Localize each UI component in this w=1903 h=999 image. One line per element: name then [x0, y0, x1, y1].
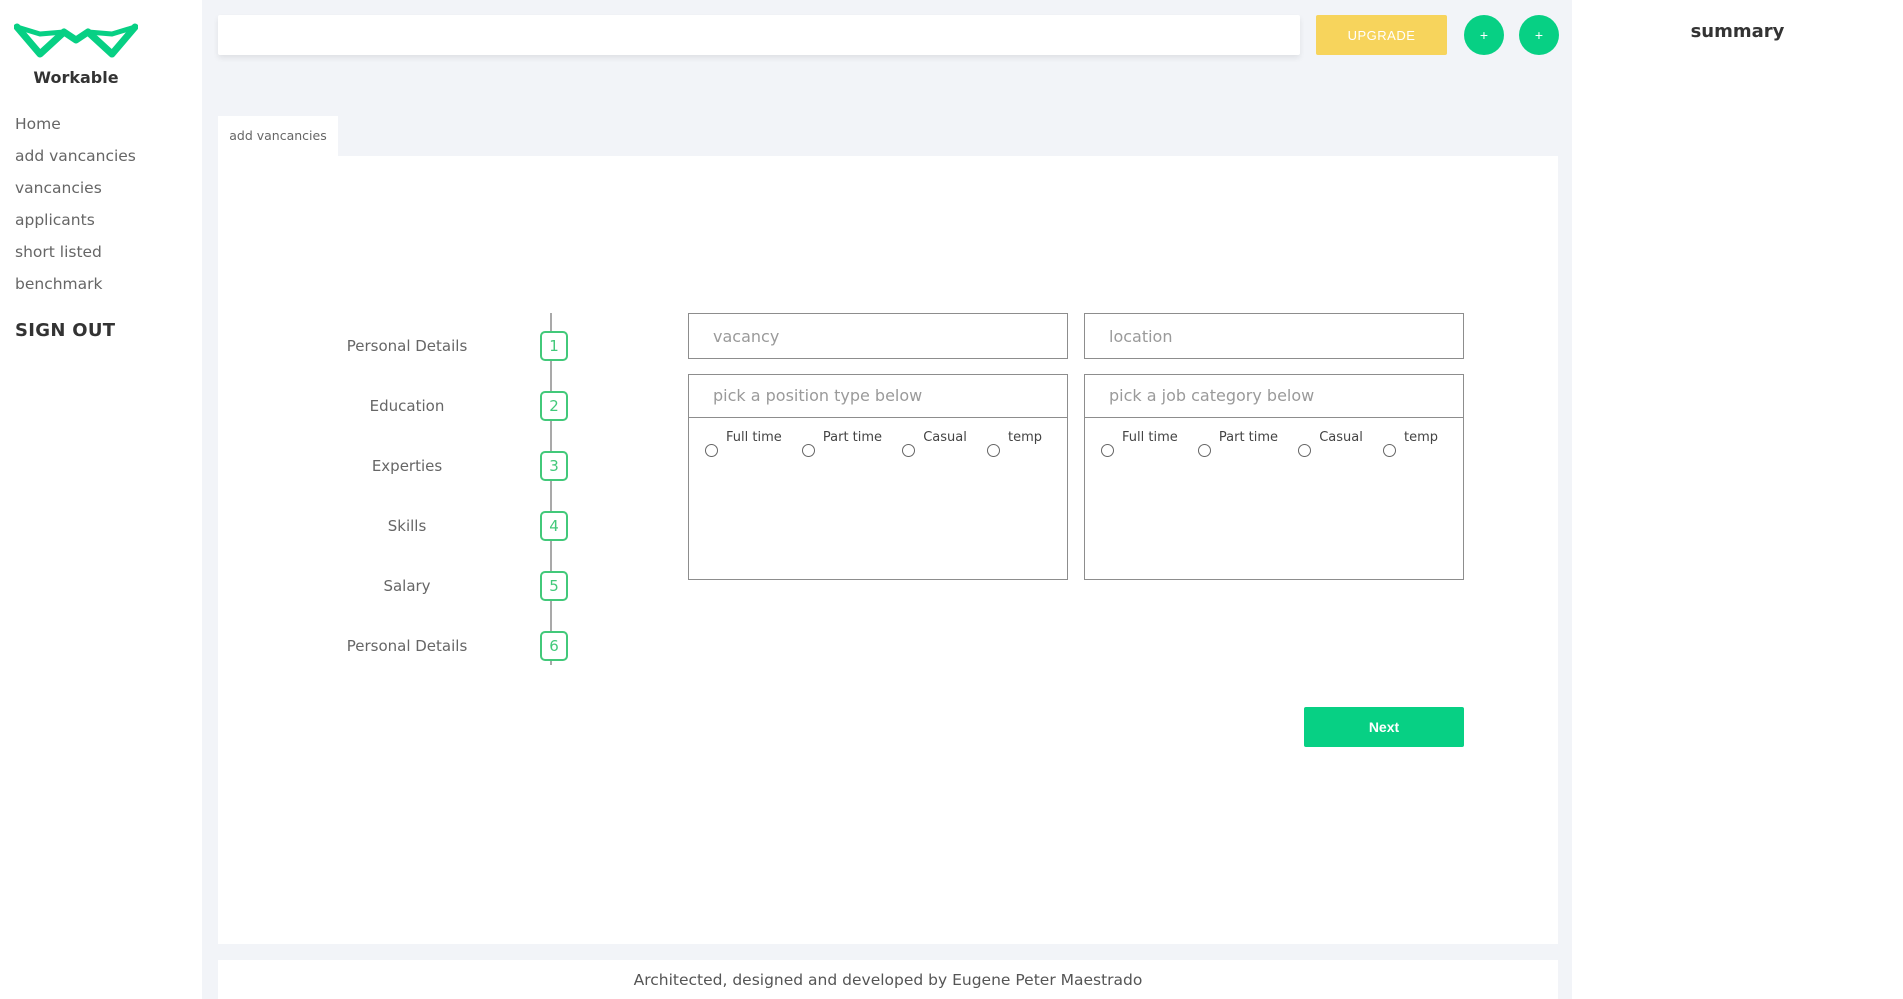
- sidebar-item-vacancies[interactable]: vancancies: [15, 177, 136, 209]
- sidebar-item-benchmark[interactable]: benchmark: [15, 273, 136, 305]
- main-area: UPGRADE + + add vancancies Personal Deta…: [202, 0, 1572, 999]
- job-category-picker: pick a job category below Full time Part…: [1084, 374, 1464, 580]
- position-type-option[interactable]: Casual: [886, 430, 971, 457]
- position-type-header: pick a position type below: [689, 375, 1067, 418]
- sidebar: Workable Home add vancancies vancancies …: [0, 0, 202, 999]
- footer-credit: Architected, designed and developed by E…: [218, 960, 1558, 999]
- step-label: Salary: [383, 577, 431, 595]
- step-number: 4: [540, 511, 568, 541]
- radio-button[interactable]: [705, 444, 718, 457]
- step-number: 6: [540, 631, 568, 661]
- stepper-line: [550, 313, 552, 665]
- summary-panel: summary: [1572, 0, 1903, 999]
- step-3[interactable]: Experties 3: [278, 451, 578, 481]
- sign-out-link[interactable]: SIGN OUT: [15, 320, 115, 341]
- option-label: Full time: [1122, 430, 1178, 445]
- step-label: Skills: [387, 517, 427, 535]
- step-label: Personal Details: [346, 637, 468, 655]
- step-2[interactable]: Education 2: [278, 391, 578, 421]
- option-label: Full time: [726, 430, 782, 445]
- step-5[interactable]: Salary 5: [278, 571, 578, 601]
- sidebar-item-short-listed[interactable]: short listed: [15, 241, 136, 273]
- option-label: temp: [1007, 430, 1042, 445]
- job-category-option[interactable]: temp: [1367, 430, 1438, 457]
- form-card: Personal Details 1 Education 2 Experties…: [218, 156, 1558, 944]
- step-label: Personal Details: [346, 337, 468, 355]
- brand-name: Workable: [33, 68, 119, 87]
- option-label: Part time: [822, 430, 883, 445]
- job-category-option[interactable]: Full time: [1085, 430, 1182, 457]
- position-type-option[interactable]: Part time: [786, 430, 886, 457]
- step-1[interactable]: Personal Details 1: [278, 331, 578, 361]
- step-6[interactable]: Personal Details 6: [278, 631, 578, 661]
- sidebar-item-home[interactable]: Home: [15, 113, 136, 145]
- vacancy-input[interactable]: [688, 313, 1068, 359]
- radio-button[interactable]: [1298, 444, 1312, 457]
- logo[interactable]: Workable: [14, 22, 138, 87]
- step-label: Education: [369, 397, 445, 415]
- job-category-option[interactable]: Part time: [1182, 430, 1282, 457]
- job-category-option[interactable]: Casual: [1282, 430, 1367, 457]
- step-label: Experties: [371, 457, 443, 475]
- sidebar-nav: Home add vancancies vancancies applicant…: [15, 113, 136, 305]
- add-button-2[interactable]: +: [1519, 15, 1559, 55]
- workable-logo-icon: [14, 23, 138, 58]
- option-label: Part time: [1218, 430, 1279, 445]
- step-number: 2: [540, 391, 568, 421]
- add-button-1[interactable]: +: [1464, 15, 1504, 55]
- radio-button[interactable]: [1382, 444, 1396, 457]
- step-number: 1: [540, 331, 568, 361]
- step-4[interactable]: Skills 4: [278, 511, 578, 541]
- position-type-option[interactable]: Full time: [689, 430, 786, 457]
- step-number: 5: [540, 571, 568, 601]
- position-type-picker: pick a position type below Full time Par…: [688, 374, 1068, 580]
- radio-button[interactable]: [1101, 444, 1114, 457]
- search-input[interactable]: [218, 15, 1300, 55]
- location-input[interactable]: [1084, 313, 1464, 359]
- radio-button[interactable]: [801, 444, 815, 457]
- radio-button[interactable]: [986, 444, 1000, 457]
- summary-title: summary: [1690, 21, 1785, 42]
- tab-add-vacancies[interactable]: add vancancies: [218, 116, 338, 156]
- option-label: Casual: [1319, 430, 1363, 445]
- sidebar-item-add-vacancies[interactable]: add vancancies: [15, 145, 136, 177]
- position-type-option[interactable]: temp: [971, 430, 1042, 457]
- radio-button[interactable]: [902, 444, 916, 457]
- radio-button[interactable]: [1197, 444, 1211, 457]
- option-label: temp: [1403, 430, 1438, 445]
- upgrade-button[interactable]: UPGRADE: [1316, 15, 1447, 55]
- job-category-header: pick a job category below: [1085, 375, 1463, 418]
- step-number: 3: [540, 451, 568, 481]
- option-label: Casual: [923, 430, 967, 445]
- next-button[interactable]: Next: [1304, 707, 1464, 747]
- sidebar-item-applicants[interactable]: applicants: [15, 209, 136, 241]
